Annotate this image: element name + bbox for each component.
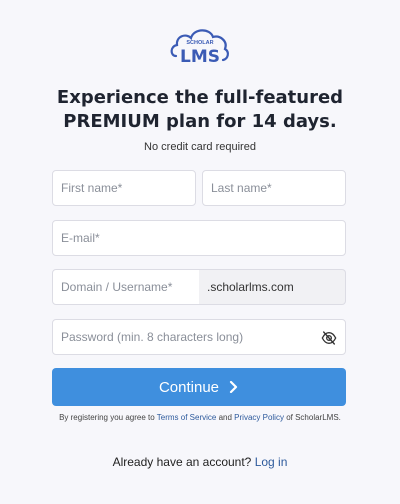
eye-off-icon[interactable] (321, 330, 337, 346)
terms-of-service-link[interactable]: Terms of Service (157, 413, 217, 422)
last-name-field (202, 170, 346, 206)
first-name-field (52, 170, 196, 206)
chevron-right-icon (229, 381, 238, 393)
domain-suffix: .scholarlms.com (199, 269, 346, 305)
scholarlms-logo: SCHOLAR LMS (170, 29, 229, 67)
subtitle: No credit card required (144, 141, 256, 153)
password-field (52, 319, 346, 355)
terms-and: and (218, 413, 232, 422)
password-input[interactable] (53, 320, 345, 354)
continue-button[interactable]: Continue (52, 368, 346, 406)
signup-page: SCHOLAR LMS Experience the full-featured… (0, 0, 400, 504)
domain-input[interactable] (53, 270, 199, 304)
login-prompt-text: Already have an account? (112, 455, 252, 469)
last-name-input[interactable] (203, 171, 345, 205)
terms-notice: By registering you agree to Terms of Ser… (56, 411, 344, 424)
headline-line-1: Experience the full-featured (56, 87, 344, 108)
domain-field (52, 269, 200, 305)
logo-small-text: SCHOLAR (186, 40, 213, 46)
email-input[interactable] (53, 221, 345, 255)
login-prompt: Already have an account? Log in (0, 455, 400, 469)
terms-prefix: By registering you agree to (59, 413, 155, 422)
continue-label: Continue (158, 378, 220, 396)
terms-suffix: of ScholarLMS. (286, 413, 341, 422)
logo-main-text: LMS (180, 47, 220, 67)
headline-line-2: PREMIUM plan for 14 days. (63, 111, 337, 132)
privacy-policy-link[interactable]: Privacy Policy (234, 413, 284, 422)
login-link[interactable]: Log in (255, 455, 288, 469)
email-field (52, 220, 346, 256)
first-name-input[interactable] (53, 171, 195, 205)
